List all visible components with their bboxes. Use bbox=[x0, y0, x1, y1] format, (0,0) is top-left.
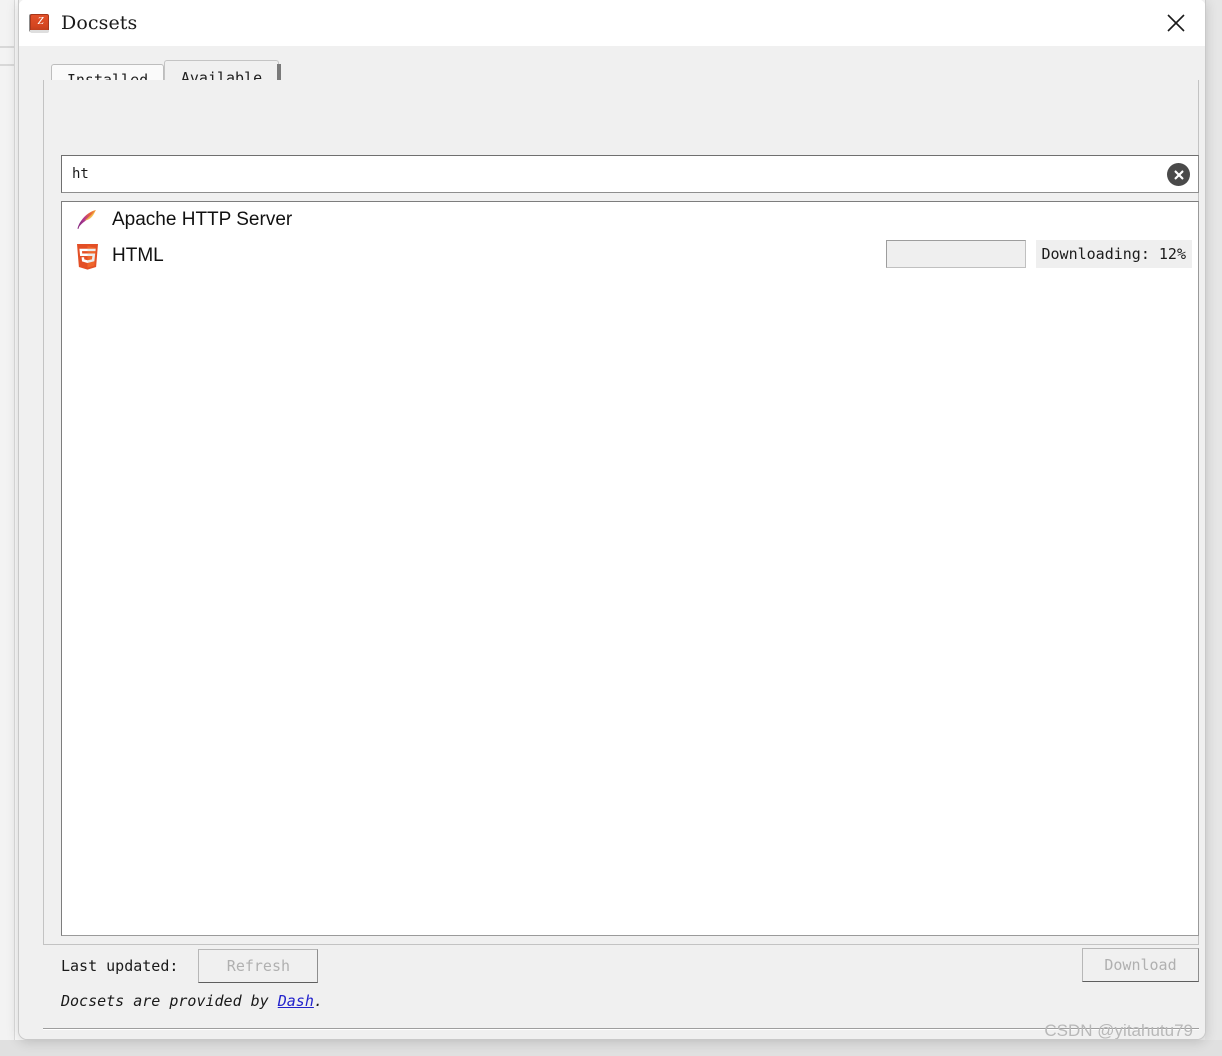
download-button[interactable]: Download bbox=[1082, 948, 1199, 982]
refresh-button-label: Refresh bbox=[226, 957, 291, 975]
search-row bbox=[61, 155, 1199, 193]
footer-separator bbox=[43, 1028, 1199, 1030]
list-item-label: Apache HTTP Server bbox=[112, 209, 293, 230]
close-icon bbox=[1165, 12, 1187, 34]
background-divider-1 bbox=[0, 46, 14, 48]
search-input[interactable] bbox=[61, 155, 1199, 193]
background-divider-2 bbox=[0, 64, 14, 66]
dialog-body: Installed Available bbox=[19, 46, 1205, 1039]
clear-circle-icon bbox=[1172, 168, 1186, 182]
clear-search-button[interactable] bbox=[1167, 163, 1190, 186]
list-item-download-area: Downloading: 12% bbox=[885, 240, 1192, 268]
dash-link[interactable]: Dash bbox=[278, 992, 314, 1010]
background-bottom-strip bbox=[0, 1040, 1222, 1056]
background-right-strip bbox=[1205, 0, 1222, 1056]
docsets-dialog: Z Docsets Installed Available bbox=[18, 0, 1206, 1040]
html5-shield-icon bbox=[72, 241, 102, 271]
watermark: CSDN @yitahutu79 bbox=[1044, 1021, 1193, 1040]
provided-suffix: . bbox=[313, 992, 323, 1010]
list-item[interactable]: Apache HTTP Server bbox=[62, 202, 1198, 238]
list-item[interactable]: HTML Downloading: 12% bbox=[62, 238, 1198, 274]
provided-prefix: Docsets are provided by bbox=[61, 992, 278, 1010]
window-title: Docsets bbox=[61, 12, 138, 34]
download-button-label: Download bbox=[1104, 956, 1177, 974]
status-bar: 12% Cancel Close bbox=[19, 1034, 1205, 1039]
provided-by-note: Docsets are provided by Dash. bbox=[61, 992, 323, 1010]
background-left-strip bbox=[0, 0, 15, 1056]
available-docsets-list[interactable]: Apache HTTP Server HTML Downloading: 12% bbox=[61, 201, 1199, 936]
close-window-button[interactable] bbox=[1147, 0, 1205, 46]
list-item-label: HTML bbox=[112, 245, 164, 266]
list-item-status: Downloading: 12% bbox=[1035, 240, 1192, 268]
title-bar: Z Docsets bbox=[19, 0, 1205, 46]
apache-feather-icon bbox=[72, 205, 102, 235]
last-updated-label: Last updated: bbox=[61, 957, 179, 975]
list-item-progress-bar bbox=[885, 240, 1026, 268]
tab-footer: Last updated: Refresh Download bbox=[61, 948, 1199, 984]
refresh-button[interactable]: Refresh bbox=[198, 949, 319, 983]
zeal-book-icon: Z bbox=[29, 12, 51, 34]
